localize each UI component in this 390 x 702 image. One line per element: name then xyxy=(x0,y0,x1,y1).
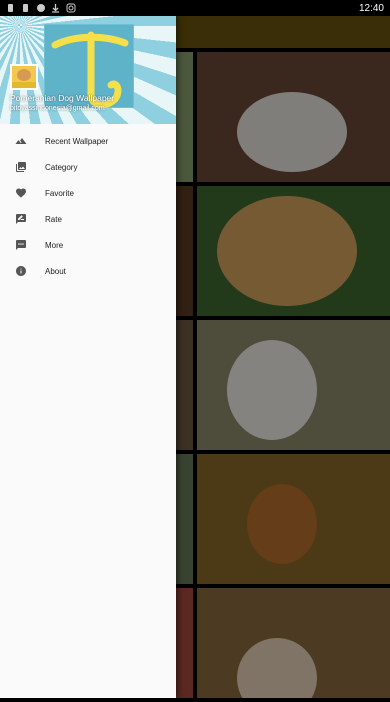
menu-item-favorite[interactable]: Favorite xyxy=(0,180,176,206)
menu-item-category[interactable]: Category xyxy=(0,154,176,180)
menu-item-label: Recent Wallpaper xyxy=(45,136,109,146)
menu-item-label: About xyxy=(45,266,66,276)
download-icon xyxy=(51,3,60,13)
bottom-edge xyxy=(0,698,390,702)
notification-icon xyxy=(6,3,15,13)
drawer-header: Pomeranian Dog Wallpaper bitoyassindones… xyxy=(0,16,176,124)
photo-library-icon xyxy=(14,160,28,174)
drawer-email: bitoyassindonesia@gmail.com xyxy=(10,105,105,112)
heart-icon xyxy=(14,186,28,200)
menu-item-label: Rate xyxy=(45,214,62,224)
status-time: 12:40 xyxy=(358,2,384,14)
info-icon xyxy=(14,264,28,278)
menu-item-label: Category xyxy=(45,162,78,172)
drawer-menu: Recent Wallpaper Category Favorite Rate … xyxy=(0,124,176,284)
app-avatar xyxy=(10,64,38,90)
menu-item-more[interactable]: More xyxy=(0,232,176,258)
menu-item-recent-wallpaper[interactable]: Recent Wallpaper xyxy=(0,128,176,154)
menu-item-label: More xyxy=(45,240,64,250)
menu-item-about[interactable]: About xyxy=(0,258,176,284)
menu-item-rate[interactable]: Rate xyxy=(0,206,176,232)
rate-review-icon xyxy=(14,212,28,226)
vpn-icon xyxy=(36,3,45,13)
more-dots-icon xyxy=(14,238,28,252)
drawer-app-name: Pomeranian Dog Wallpaper xyxy=(10,93,115,103)
landscape-icon xyxy=(14,134,28,148)
status-bar: 12:40 xyxy=(0,0,390,16)
navigation-drawer: Pomeranian Dog Wallpaper bitoyassindones… xyxy=(0,16,176,698)
status-icons xyxy=(6,3,76,13)
menu-item-label: Favorite xyxy=(45,188,74,198)
notification-icon xyxy=(21,3,30,13)
instagram-icon xyxy=(66,3,76,13)
